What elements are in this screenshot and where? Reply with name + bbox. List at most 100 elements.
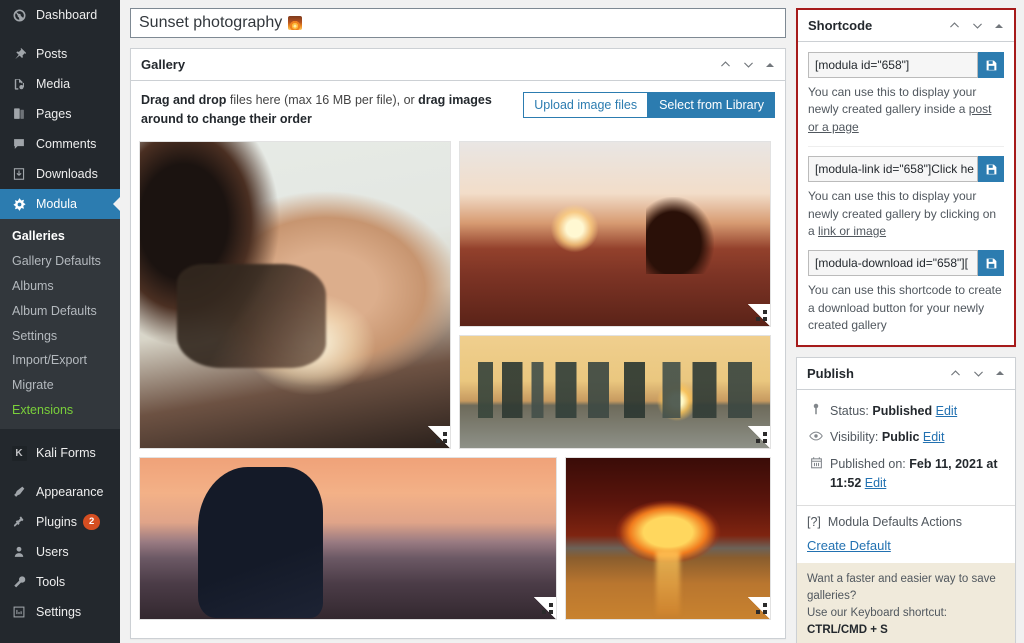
modula-submenu[interactable]: Galleries Gallery Defaults Albums Album … <box>0 219 120 429</box>
gallery-grid-column <box>459 140 771 449</box>
resize-handle[interactable] <box>748 596 770 619</box>
gallery-action-buttons: Upload image files Select from Library <box>523 92 775 118</box>
shortcode-divider <box>808 146 1004 148</box>
edit-visibility-link[interactable]: Edit <box>923 430 945 444</box>
sidebar-item-users[interactable]: Users <box>0 537 120 567</box>
notice-line-2: Use our Keyboard shortcut: CTRL/CMD + S <box>807 605 1005 640</box>
notice-line-2-text: Use our Keyboard shortcut: <box>807 607 947 620</box>
shortcode-postbox-title: Shortcode <box>808 18 873 33</box>
shortcode-input-link[interactable]: [modula-link id="658"]Click he <box>808 156 978 183</box>
gallery-image-photographer-on-rocky-beach-sunset[interactable] <box>139 456 557 620</box>
sidebar-subitem-album-defaults[interactable]: Album Defaults <box>0 299 120 324</box>
users-icon <box>10 543 28 561</box>
sidebar-subitem-extensions[interactable]: Extensions <box>0 398 120 423</box>
resize-handle[interactable] <box>534 596 556 619</box>
shortcode-desc-download: You can use this shortcode to create a d… <box>808 283 1002 333</box>
sidebar-item-plugins[interactable]: Plugins 2 <box>0 507 120 537</box>
published-on-label: Published on: <box>830 457 906 472</box>
image-thumbnail <box>460 141 770 326</box>
edit-status-link[interactable]: Edit <box>936 404 958 418</box>
gallery-image-grid[interactable] <box>131 140 785 638</box>
admin-content: Sunset photography Gallery Drag and drop… <box>120 0 1024 643</box>
sidebar-item-appearance[interactable]: Appearance <box>0 477 120 507</box>
move-down-icon[interactable] <box>971 19 984 32</box>
upload-image-files-button[interactable]: Upload image files <box>523 92 649 118</box>
sidebar-subitem-galleries[interactable]: Galleries <box>0 224 120 249</box>
dropzone-instructions: Drag and drop files here (max 16 MB per … <box>141 91 515 129</box>
sidebar-item-label: Plugins <box>36 515 77 529</box>
shortcode-input-gallery[interactable]: [modula id="658"] <box>808 52 978 78</box>
sidebar-item-downloads[interactable]: Downloads <box>0 159 120 189</box>
sidebar-item-seo[interactable]: SEO <box>0 636 120 643</box>
keyboard-shortcut-notice: Want a faster and easier way to save gal… <box>797 562 1015 643</box>
sidebar-subitem-import-export[interactable]: Import/Export <box>0 348 120 373</box>
sidebar-subitem-gallery-defaults[interactable]: Gallery Defaults <box>0 249 120 274</box>
sidebar-item-modula[interactable]: Modula <box>0 189 120 219</box>
move-down-icon[interactable] <box>742 58 755 71</box>
publish-status-block: Status: Published Edit Visibility: Publi… <box>797 390 1015 505</box>
shortcode-field-link: [modula-link id="658"]Click he <box>808 156 1004 183</box>
download-icon <box>10 165 28 183</box>
toggle-panel-icon[interactable] <box>995 368 1005 378</box>
select-from-library-button[interactable]: Select from Library <box>648 92 775 118</box>
sidebar-item-label: Comments <box>36 137 97 151</box>
link-or-image-link[interactable]: link or image <box>818 224 886 238</box>
resize-handle[interactable] <box>428 425 450 448</box>
move-up-icon[interactable] <box>719 58 732 71</box>
sidebar-item-dashboard[interactable]: Dashboard <box>0 0 120 30</box>
shortcode-desc-gallery: You can use this to display your newly c… <box>808 84 1004 136</box>
wp-admin-screen: Dashboard Posts Media Pages Comments Dow… <box>0 0 1024 643</box>
move-up-icon[interactable] <box>949 367 962 380</box>
sidebar-item-tools[interactable]: Tools <box>0 567 120 597</box>
pages-icon <box>10 105 28 123</box>
sidebar-item-media[interactable]: Media <box>0 69 120 99</box>
modula-defaults-block: [?] Modula Defaults Actions Create Defau… <box>797 504 1015 563</box>
sidebar-item-pages[interactable]: Pages <box>0 99 120 129</box>
gallery-image-sun-setting-over-ocean[interactable] <box>565 456 771 620</box>
toggle-panel-icon[interactable] <box>765 60 775 70</box>
help-icon[interactable]: [?] <box>807 515 821 529</box>
publish-visibility-row: Visibility: Public Edit <box>807 424 1005 451</box>
shortcode-input-download[interactable]: [modula-download id="658"][ <box>808 250 978 277</box>
calendar-icon <box>807 455 825 469</box>
gallery-title-input[interactable]: Sunset photography <box>130 8 786 38</box>
sidebar-item-kali-forms[interactable]: K Kali Forms <box>0 438 120 468</box>
sidebar-item-posts[interactable]: Posts <box>0 39 120 69</box>
toggle-panel-icon[interactable] <box>994 21 1004 31</box>
sunrise-over-mountains-emoji <box>288 16 303 30</box>
publish-status-row: Status: Published Edit <box>807 398 1005 425</box>
shortcode-postbox-body: [modula id="658"] You can use this to di… <box>798 42 1014 345</box>
sidebar-subitem-albums[interactable]: Albums <box>0 274 120 299</box>
main-column: Sunset photography Gallery Drag and drop… <box>130 8 786 643</box>
gallery-postbox-header[interactable]: Gallery <box>131 49 785 81</box>
shortcode-desc-link: You can use this to display your newly c… <box>808 188 1004 240</box>
save-copy-icon[interactable] <box>978 250 1004 277</box>
gallery-image-city-skyline-sunset[interactable] <box>459 334 771 449</box>
shortcode-postbox: Shortcode [modula id="658"] You can use … <box>796 8 1016 347</box>
shortcode-postbox-header[interactable]: Shortcode <box>798 10 1014 42</box>
status-value: Published <box>872 403 933 418</box>
gallery-grid-row <box>139 140 777 449</box>
gallery-dropzone[interactable]: Drag and drop files here (max 16 MB per … <box>131 81 785 141</box>
resize-handle[interactable] <box>748 425 770 448</box>
sidebar-divider <box>0 30 120 39</box>
create-default-link[interactable]: Create Default <box>807 538 891 553</box>
sidebar-item-label: Users <box>36 545 69 559</box>
publish-postbox-header[interactable]: Publish <box>797 358 1015 390</box>
save-copy-icon[interactable] <box>978 52 1004 78</box>
sidebar-item-settings[interactable]: Settings <box>0 597 120 627</box>
resize-handle[interactable] <box>748 303 770 326</box>
sidebar-subitem-settings[interactable]: Settings <box>0 324 120 349</box>
gallery-image-friends-watching-sunset-on-hill[interactable] <box>459 140 771 327</box>
gallery-image-photographer-with-camera-at-sunset[interactable] <box>139 140 451 449</box>
sidebar-item-comments[interactable]: Comments <box>0 129 120 159</box>
move-down-icon[interactable] <box>972 367 985 380</box>
edit-published-date-link[interactable]: Edit <box>865 476 887 490</box>
plugins-update-badge: 2 <box>83 514 101 530</box>
admin-sidebar[interactable]: Dashboard Posts Media Pages Comments Dow… <box>0 0 120 643</box>
sidebar-subitem-migrate[interactable]: Migrate <box>0 373 120 398</box>
sidebar-divider <box>0 429 120 438</box>
move-up-icon[interactable] <box>948 19 961 32</box>
save-copy-icon[interactable] <box>978 156 1004 183</box>
shortcode-desc-text: You can use this to display your newly c… <box>808 85 977 117</box>
